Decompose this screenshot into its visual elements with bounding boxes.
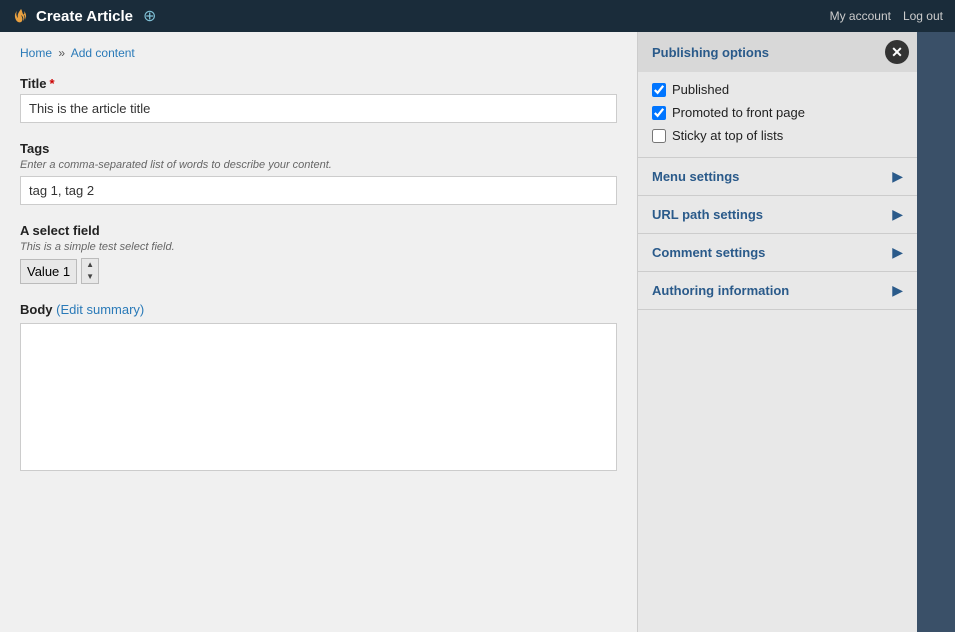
published-row: Published [652,82,903,97]
tags-input[interactable] [20,176,617,205]
published-label[interactable]: Published [672,82,729,97]
sticky-row: Sticky at top of lists [652,128,903,143]
spinner-down-button[interactable]: ▼ [82,271,98,283]
close-button[interactable]: ✕ [885,40,909,64]
log-out-link[interactable]: Log out [903,9,943,23]
tags-field-group: Tags Enter a comma-separated list of wor… [20,141,617,205]
site-logo-icon [12,7,30,25]
select-label: A select field [20,223,617,238]
breadcrumb: Home » Add content [20,46,617,60]
add-icon[interactable]: ⊕ [143,6,156,26]
comment-settings-arrow: ▶ [892,244,903,261]
select-control-wrapper: Value 1 ▲ ▼ [20,258,617,284]
title-field-group: Title* [20,76,617,123]
comment-settings-item[interactable]: Comment settings ▶ [638,234,917,272]
url-path-settings-item[interactable]: URL path settings ▶ [638,196,917,234]
menu-settings-label: Menu settings [652,169,739,184]
front-page-label[interactable]: Promoted to front page [672,105,805,120]
front-page-checkbox[interactable] [652,106,666,120]
top-bar-links: My account Log out [830,9,943,23]
body-textarea[interactable] [20,323,617,471]
title-label: Title* [20,76,617,91]
url-path-settings-arrow: ▶ [892,206,903,223]
sticky-checkbox[interactable] [652,129,666,143]
select-field-group: A select field This is a simple test sel… [20,223,617,284]
front-page-row: Promoted to front page [652,105,903,120]
authoring-information-label: Authoring information [652,283,789,298]
breadcrumb-current[interactable]: Add content [71,46,135,60]
my-account-link[interactable]: My account [830,9,891,23]
form-panel: Home » Add content Title* Tags Enter a c… [0,32,637,632]
authoring-information-item[interactable]: Authoring information ▶ [638,272,917,310]
breadcrumb-separator: » [58,46,65,60]
sticky-label[interactable]: Sticky at top of lists [672,128,783,143]
authoring-information-arrow: ▶ [892,282,903,299]
body-label: Body (Edit summary) [20,302,617,317]
page-title: Create Article [36,8,133,25]
spinner-up-button[interactable]: ▲ [82,259,98,271]
body-field-group: Body (Edit summary) [20,302,617,474]
url-path-settings-label: URL path settings [652,207,763,222]
breadcrumb-home[interactable]: Home [20,46,52,60]
published-checkbox[interactable] [652,83,666,97]
publishing-options-panel: Publishing options ▾ Published Promoted … [638,32,917,158]
edit-summary-link[interactable]: (Edit summary) [56,302,144,317]
publishing-options-header[interactable]: Publishing options ▾ [638,32,917,72]
sidebar: ✕ Publishing options ▾ Published Promote… [637,32,917,632]
select-description: This is a simple test select field. [20,241,617,253]
tags-label: Tags [20,141,617,156]
publishing-title: Publishing options [652,45,769,60]
select-value-display[interactable]: Value 1 [20,259,77,284]
publishing-options-body: Published Promoted to front page Sticky … [638,72,917,157]
select-value: Value 1 [27,264,70,279]
menu-settings-arrow: ▶ [892,168,903,185]
tags-description: Enter a comma-separated list of words to… [20,159,617,171]
top-bar-left: Create Article ⊕ [12,6,156,26]
top-bar: Create Article ⊕ My account Log out [0,0,955,32]
title-input[interactable] [20,94,617,123]
title-required: * [50,76,55,91]
main-container: Home » Add content Title* Tags Enter a c… [0,32,955,632]
comment-settings-label: Comment settings [652,245,765,260]
menu-settings-item[interactable]: Menu settings ▶ [638,158,917,196]
select-spinner[interactable]: ▲ ▼ [81,258,99,284]
